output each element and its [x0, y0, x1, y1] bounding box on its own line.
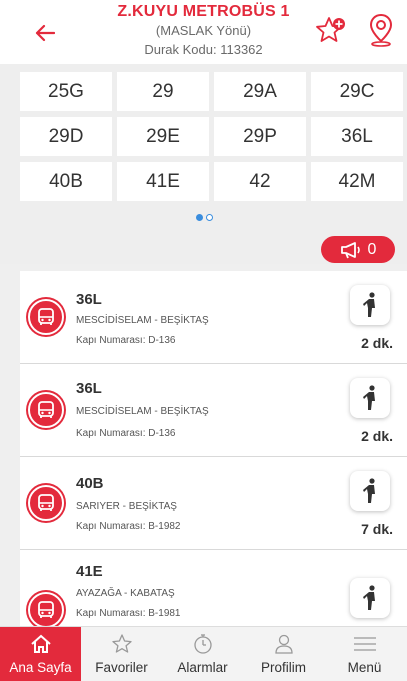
announcement-count: 0 — [367, 240, 377, 258]
bus-icon — [28, 392, 64, 428]
arrival-route: 36L — [76, 291, 102, 308]
arrival-item[interactable]: 40B SARIYER - BEŞİKTAŞ Kapı Numarası: B-… — [20, 457, 407, 550]
announcements-button[interactable]: 0 — [321, 236, 395, 263]
route-button[interactable]: 29A — [214, 72, 306, 111]
route-button[interactable]: 29 — [117, 72, 209, 111]
walk-button[interactable] — [350, 578, 390, 618]
route-button[interactable]: 40B — [20, 162, 112, 201]
route-button[interactable]: 36L — [311, 117, 403, 156]
stop-direction: (MASLAK Yönü) — [155, 23, 252, 38]
arrival-route: 36L — [76, 380, 102, 397]
arrival-door: Kapı Numarası: D-136 — [76, 335, 176, 346]
route-button[interactable]: 25G — [20, 72, 112, 111]
arrival-item[interactable]: 36L MESCİDİSELAM - BEŞİKTAŞ Kapı Numaras… — [20, 271, 407, 364]
arrival-door: Kapı Numarası: D-136 — [76, 428, 176, 439]
star-plus-icon — [316, 17, 345, 42]
add-favorite-button[interactable] — [314, 14, 348, 48]
tab-home[interactable]: Ana Sayfa — [0, 627, 81, 681]
arrival-direction: SARIYER - BEŞİKTAŞ — [76, 501, 177, 512]
bus-icon — [28, 485, 64, 521]
arrival-item[interactable]: 41E AYAZAĞA - KABATAŞ Kapı Numarası: B-1… — [20, 550, 407, 626]
tab-label: Ana Sayfa — [9, 660, 72, 675]
route-button[interactable]: 29E — [117, 117, 209, 156]
bus-icon — [28, 299, 64, 335]
header: Z.KUYU METROBÜS 1 (MASLAK Yönü) Durak Ko… — [0, 0, 407, 64]
map-pin-icon — [369, 13, 393, 47]
star-icon — [111, 632, 133, 656]
route-grid: 25G 29 29A 29C 29D 29E 29P 36L 40B 41E 4… — [20, 72, 403, 201]
tab-label: Profilim — [260, 660, 306, 675]
route-button[interactable]: 42 — [214, 162, 306, 201]
arrival-direction: MESCİDİSELAM - BEŞİKTAŞ — [76, 406, 209, 417]
walk-button[interactable] — [350, 471, 390, 511]
stopwatch-icon — [193, 632, 213, 656]
arrival-eta: 2 dk. — [361, 428, 393, 444]
bottom-tab-bar: Ana Sayfa Favoriler Alarmlar Profilim Me… — [0, 626, 407, 681]
arrival-route: 40B — [76, 475, 104, 492]
walk-button[interactable] — [350, 378, 390, 418]
route-button[interactable]: 41E — [117, 162, 209, 201]
route-button[interactable]: 42M — [311, 162, 403, 201]
route-button[interactable]: 29D — [20, 117, 112, 156]
arrival-route: 41E — [76, 563, 103, 580]
map-pin-button[interactable] — [366, 12, 396, 48]
tab-label: Favoriler — [95, 660, 148, 675]
tab-profile[interactable]: Profilim — [243, 627, 324, 681]
bus-icon — [28, 592, 64, 626]
page-dot[interactable] — [206, 214, 213, 221]
menu-icon — [353, 632, 377, 656]
user-icon — [274, 632, 294, 656]
walking-person-icon — [363, 385, 375, 410]
megaphone-icon — [340, 241, 360, 258]
arrival-eta: 2 dk. — [361, 335, 393, 351]
tab-label: Alarmlar — [177, 660, 228, 675]
back-button[interactable] — [30, 18, 60, 48]
walking-person-icon — [363, 478, 375, 503]
walk-button[interactable] — [350, 285, 390, 325]
arrow-left-icon — [35, 24, 55, 42]
tab-favorites[interactable]: Favoriler — [81, 627, 162, 681]
route-button[interactable]: 29C — [311, 72, 403, 111]
route-grid-section: 25G 29 29A 29C 29D 29E 29P 36L 40B 41E 4… — [0, 64, 407, 264]
arrival-door: Kapı Numarası: B-1982 — [76, 521, 181, 532]
page-indicator — [196, 214, 213, 221]
arrivals-list: 36L MESCİDİSELAM - BEŞİKTAŞ Kapı Numaras… — [20, 271, 407, 626]
tab-alarms[interactable]: Alarmlar — [162, 627, 243, 681]
page-dot-active[interactable] — [196, 214, 203, 221]
arrival-door: Kapı Numarası: B-1981 — [76, 608, 181, 619]
tab-label: Menü — [347, 660, 382, 675]
walking-person-icon — [363, 292, 375, 317]
route-button[interactable]: 29P — [214, 117, 306, 156]
home-icon — [30, 632, 52, 656]
arrival-eta: 7 dk. — [361, 521, 393, 537]
stop-code: Durak Kodu: 113362 — [144, 42, 263, 57]
walking-person-icon — [363, 585, 375, 610]
arrival-direction: MESCİDİSELAM - BEŞİKTAŞ — [76, 315, 209, 326]
stop-title: Z.KUYU METROBÜS 1 — [117, 3, 290, 20]
tab-menu[interactable]: Menü — [324, 627, 405, 681]
arrival-item[interactable]: 36L MESCİDİSELAM - BEŞİKTAŞ Kapı Numaras… — [20, 364, 407, 457]
arrival-direction: AYAZAĞA - KABATAŞ — [76, 588, 175, 599]
